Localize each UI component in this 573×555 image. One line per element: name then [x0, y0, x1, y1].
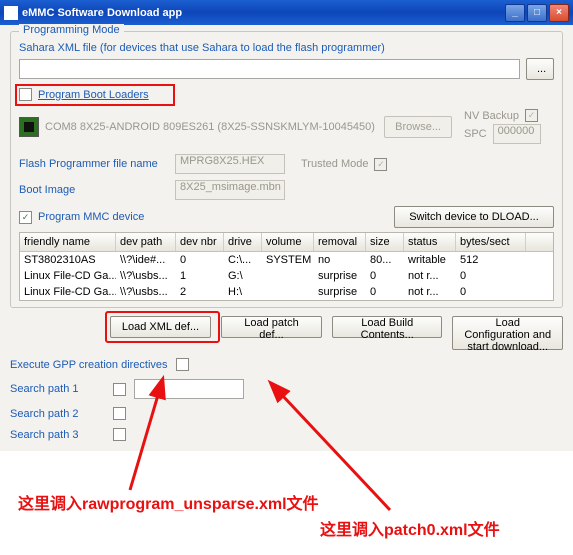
programming-mode-group: Programming Mode Sahara XML file (for de…: [10, 31, 563, 308]
table-cell: writable: [404, 252, 456, 268]
table-row[interactable]: Linux File-CD Ga...\\?\usbs...2H:\ surpri…: [20, 284, 553, 300]
spc-value: 000000: [493, 124, 541, 144]
table-cell: C:\...: [224, 252, 262, 268]
flash-prog-label: Flash Programmer file name: [19, 158, 169, 170]
table-row[interactable]: Linux File-CD Ga...\\?\usbs...1G:\ surpri…: [20, 268, 553, 284]
search-path-2-checkbox[interactable]: [113, 407, 126, 420]
gpp-checkbox[interactable]: [176, 358, 189, 371]
trusted-mode-label: Trusted Mode: [301, 158, 368, 170]
table-row[interactable]: ST3802310AS\\?\ide#...0C:\...SYSTEMno80.…: [20, 252, 553, 268]
window-title: eMMC Software Download app: [22, 7, 505, 19]
search-path-1-checkbox[interactable]: [113, 383, 126, 396]
table-cell: 1: [176, 268, 224, 284]
load-config-button[interactable]: Load Configuration and start download...: [452, 316, 563, 350]
col-header[interactable]: bytes/sect: [456, 233, 526, 251]
table-cell: \\?\ide#...: [116, 252, 176, 268]
load-patch-button[interactable]: Load patch def...: [221, 316, 322, 338]
table-cell: \\?\usbs...: [116, 284, 176, 300]
table-cell: Linux File-CD Ga...: [20, 268, 116, 284]
device-text: COM8 8X25-ANDROID 809ES261 (8X25-SSNSKML…: [45, 121, 378, 133]
search-path-1-input[interactable]: [134, 379, 244, 399]
mmc-label: Program MMC device: [38, 211, 144, 223]
col-header[interactable]: dev nbr: [176, 233, 224, 251]
table-cell: H:\: [224, 284, 262, 300]
checkbox-icon: ✓: [19, 211, 32, 224]
table-cell: surprise: [314, 284, 366, 300]
spc-label: SPC: [464, 128, 487, 140]
flash-prog-value: MPRG8X25.HEX: [175, 154, 285, 174]
search-path-1-label: Search path 1: [10, 383, 105, 395]
app-icon: [4, 6, 18, 20]
table-cell: 512: [456, 252, 526, 268]
table-cell: [262, 268, 314, 284]
table-cell: Linux File-CD Ga...: [20, 284, 116, 300]
table-cell: 80...: [366, 252, 404, 268]
boot-image-value: 8X25_msimage.mbn: [175, 180, 285, 200]
device-table: friendly namedev pathdev nbrdrivevolumer…: [19, 232, 554, 301]
nv-backup-label: NV Backup: [464, 110, 519, 122]
sahara-label: Sahara XML file (for devices that use Sa…: [19, 42, 554, 54]
chip-icon: [19, 117, 39, 137]
col-header[interactable]: removal: [314, 233, 366, 251]
table-cell: 0: [366, 284, 404, 300]
table-cell: 2: [176, 284, 224, 300]
search-path-2-label: Search path 2: [10, 408, 105, 420]
table-cell: ST3802310AS: [20, 252, 116, 268]
table-cell: not r...: [404, 268, 456, 284]
table-cell: no: [314, 252, 366, 268]
title-bar: eMMC Software Download app _ □ ×: [0, 0, 573, 25]
boot-image-label: Boot Image: [19, 184, 169, 196]
close-button[interactable]: ×: [549, 4, 569, 22]
annotation-2: 这里调入patch0.xml文件: [320, 516, 500, 540]
table-cell: G:\: [224, 268, 262, 284]
sahara-browse-button[interactable]: ...: [526, 58, 554, 80]
table-cell: 0: [176, 252, 224, 268]
table-cell: surprise: [314, 268, 366, 284]
search-path-3-label: Search path 3: [10, 429, 105, 441]
trusted-mode-checkbox: ✓: [374, 158, 387, 171]
group-title: Programming Mode: [19, 24, 124, 36]
col-header[interactable]: friendly name: [20, 233, 116, 251]
gpp-label: Execute GPP creation directives: [10, 359, 168, 371]
table-cell: [262, 284, 314, 300]
table-cell: not r...: [404, 284, 456, 300]
mmc-checkbox[interactable]: ✓ Program MMC device: [19, 211, 144, 224]
col-header[interactable]: status: [404, 233, 456, 251]
table-cell: 0: [456, 268, 526, 284]
nv-backup-checkbox: ✓: [525, 109, 538, 122]
browse-button: Browse...: [384, 116, 452, 138]
annotation-1: 这里调入rawprogram_unsparse.xml文件: [18, 490, 319, 514]
load-build-button[interactable]: Load Build Contents...: [332, 316, 443, 338]
minimize-button[interactable]: _: [505, 4, 525, 22]
table-cell: 0: [366, 268, 404, 284]
col-header[interactable]: drive: [224, 233, 262, 251]
sahara-xml-input[interactable]: [19, 59, 520, 79]
search-path-3-checkbox[interactable]: [113, 428, 126, 441]
col-header[interactable]: size: [366, 233, 404, 251]
maximize-button[interactable]: □: [527, 4, 547, 22]
switch-dload-button[interactable]: Switch device to DLOAD...: [394, 206, 554, 228]
table-cell: SYSTEM: [262, 252, 314, 268]
col-header[interactable]: volume: [262, 233, 314, 251]
table-cell: \\?\usbs...: [116, 268, 176, 284]
table-cell: 0: [456, 284, 526, 300]
col-header[interactable]: dev path: [116, 233, 176, 251]
